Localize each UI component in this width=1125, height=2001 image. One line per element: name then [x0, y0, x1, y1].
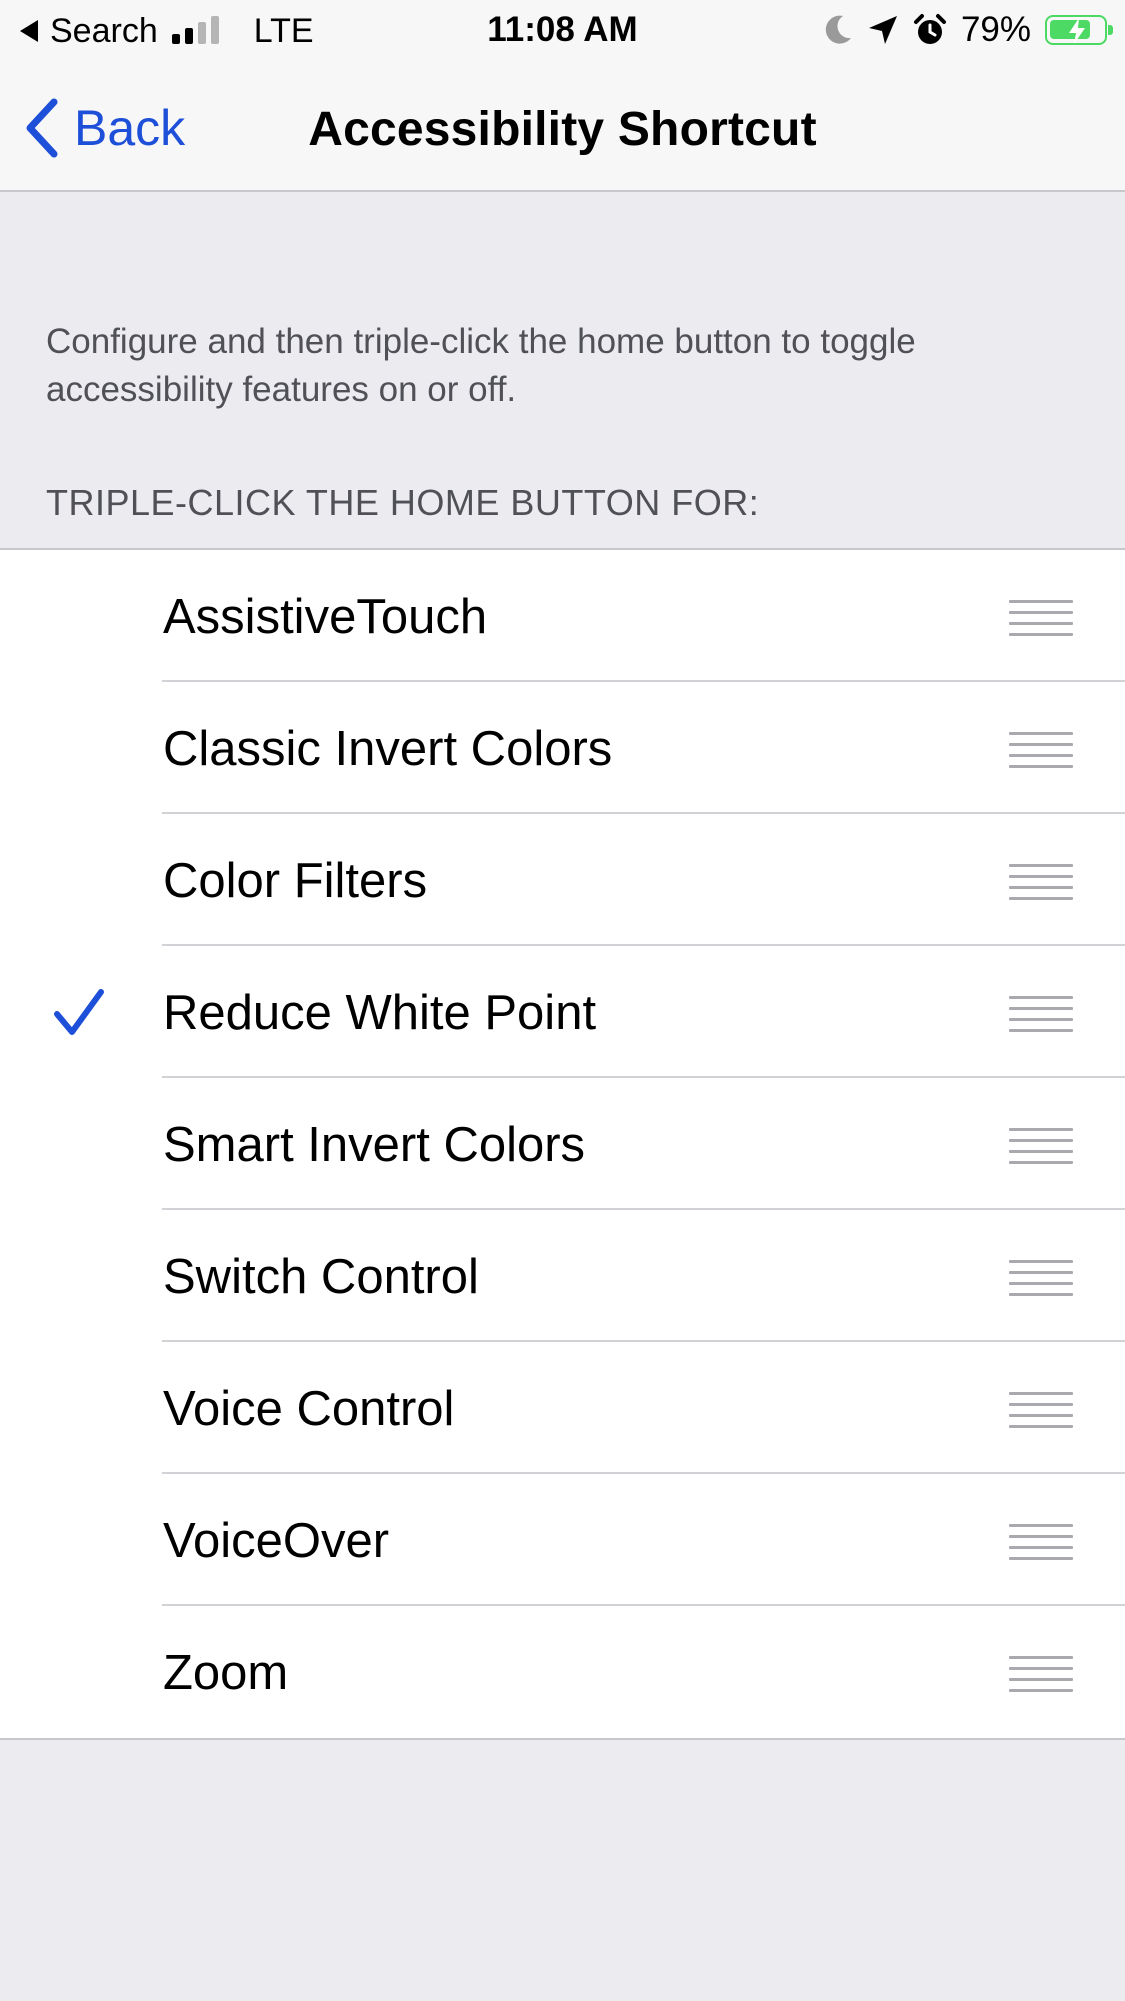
reorder-handle-line	[1009, 864, 1073, 867]
reorder-handle-line	[1009, 611, 1073, 614]
reorder-handle-icon[interactable]	[1009, 864, 1073, 900]
reorder-handle-line	[1009, 1128, 1073, 1131]
reorder-handle-line	[1009, 1678, 1073, 1681]
reorder-handle-line	[1009, 1557, 1073, 1560]
charging-bolt-icon	[1069, 18, 1085, 44]
reorder-handle-line	[1009, 1161, 1073, 1164]
reorder-handle-line	[1009, 1656, 1073, 1659]
alarm-icon	[913, 14, 946, 44]
reorder-handle-line	[1009, 897, 1073, 900]
list-item-label: Zoom	[163, 1646, 289, 1700]
reorder-handle-line	[1009, 1392, 1073, 1395]
list-item-label: Switch Control	[163, 1250, 479, 1304]
list-item-label: Reduce White Point	[163, 986, 597, 1040]
reorder-handle-icon[interactable]	[1009, 1524, 1073, 1560]
list-item-label: Color Filters	[163, 854, 428, 908]
reorder-handle-line	[1009, 743, 1073, 746]
reorder-handle-line	[1009, 1139, 1073, 1142]
reorder-handle-line	[1009, 1546, 1073, 1549]
list-item-label: AssistiveTouch	[163, 590, 488, 644]
reorder-handle-line	[1009, 1425, 1073, 1428]
reorder-handle-line	[1009, 1150, 1073, 1153]
checkmark-icon	[54, 989, 104, 1035]
reorder-handle-line	[1009, 1007, 1073, 1010]
reorder-handle-line	[1009, 1260, 1073, 1263]
list-item[interactable]: Zoom	[0, 1606, 1125, 1738]
reorder-handle-line	[1009, 1524, 1073, 1527]
reorder-handle-line	[1009, 732, 1073, 735]
battery-nub	[1108, 25, 1113, 35]
list-item-label: Smart Invert Colors	[163, 1118, 586, 1172]
list-item[interactable]: VoiceOver	[0, 1474, 1125, 1606]
reorder-handle-line	[1009, 1403, 1073, 1406]
reorder-handle-icon[interactable]	[1009, 1260, 1073, 1296]
section-header: TRIPLE-CLICK THE HOME BUTTON FOR:	[46, 482, 760, 523]
reorder-handle-line	[1009, 1689, 1073, 1692]
battery-charging-icon	[1045, 15, 1113, 45]
reorder-handle-line	[1009, 633, 1073, 636]
list-item[interactable]: Voice Control	[0, 1342, 1125, 1474]
list-item[interactable]: Switch Control	[0, 1210, 1125, 1342]
list-item-label: Classic Invert Colors	[163, 722, 613, 776]
reorder-handle-line	[1009, 875, 1073, 878]
reorder-handle-line	[1009, 996, 1073, 999]
reorder-handle-icon[interactable]	[1009, 1656, 1073, 1692]
reorder-handle-line	[1009, 1535, 1073, 1538]
status-right: 79%	[809, 8, 1113, 52]
screen: Search LTE 11:08 AM 79% Back Accessibili…	[0, 0, 1125, 2001]
list-item-label: Voice Control	[163, 1382, 455, 1436]
top-bar: Search LTE 11:08 AM 79% Back Accessibili…	[0, 0, 1125, 192]
reorder-handle-icon[interactable]	[1009, 732, 1073, 768]
reorder-handle-line	[1009, 1271, 1073, 1274]
list-item[interactable]: Reduce White Point	[0, 946, 1125, 1078]
reorder-handle-icon[interactable]	[1009, 996, 1073, 1032]
reorder-handle-icon[interactable]	[1009, 1128, 1073, 1164]
navigation-bar: Back Accessibility Shortcut	[0, 62, 1125, 192]
shortcut-list: AssistiveTouch Classic Invert Colors Color…	[0, 548, 1125, 1740]
reorder-handle-icon[interactable]	[1009, 1392, 1073, 1428]
page-title: Accessibility Shortcut	[308, 103, 817, 156]
reorder-handle-line	[1009, 1414, 1073, 1417]
reorder-handle-line	[1009, 1282, 1073, 1285]
reorder-handle-line	[1009, 754, 1073, 757]
description-text: Configure and then triple-click the home…	[46, 322, 916, 409]
reorder-handle-line	[1009, 600, 1073, 603]
list-item[interactable]: Classic Invert Colors	[0, 682, 1125, 814]
location-icon	[868, 16, 897, 44]
list-item[interactable]: Color Filters	[0, 814, 1125, 946]
list-item[interactable]: AssistiveTouch	[0, 550, 1125, 682]
reorder-handle-icon[interactable]	[1009, 600, 1073, 636]
moon-icon	[825, 15, 851, 44]
status-bar: Search LTE 11:08 AM 79%	[0, 0, 1125, 62]
reorder-handle-line	[1009, 622, 1073, 625]
reorder-handle-line	[1009, 1293, 1073, 1296]
reorder-handle-line	[1009, 1018, 1073, 1021]
reorder-handle-line	[1009, 886, 1073, 889]
battery-percent: 79%	[960, 10, 1031, 49]
list-item[interactable]: Smart Invert Colors	[0, 1078, 1125, 1210]
reorder-handle-line	[1009, 1667, 1073, 1670]
reorder-handle-line	[1009, 765, 1073, 768]
list-item-label: VoiceOver	[163, 1514, 390, 1568]
reorder-handle-line	[1009, 1029, 1073, 1032]
